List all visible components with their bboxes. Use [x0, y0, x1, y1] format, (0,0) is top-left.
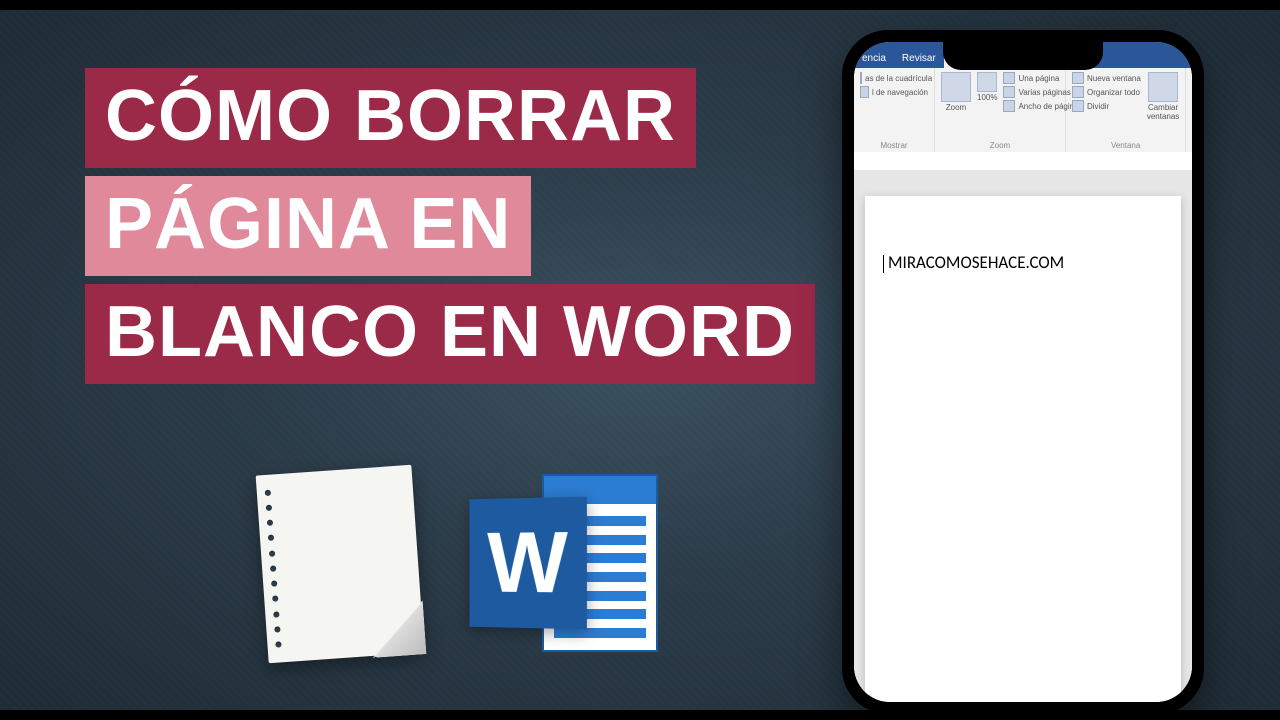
ribbon-group-zoom: Zoom 100% Una página Varias páginas Anch…: [935, 68, 1066, 152]
word-page[interactable]: MIRACOMOSEHACE.COM: [865, 196, 1181, 702]
border-top: [0, 0, 1280, 10]
ribbon-group-ventana: Nueva ventana Organizar todo Dividir Cam…: [1066, 68, 1186, 152]
word-ribbon-body: as de la cuadrícula l de navegación Most…: [854, 68, 1192, 153]
btn-dividir[interactable]: Dividir: [1072, 100, 1141, 112]
phone-screen: encia Revisar Vista as de la cuadrícula …: [854, 42, 1192, 702]
zoom-100-button[interactable]: 100%: [977, 72, 997, 103]
phone-mockup: encia Revisar Vista as de la cuadrícula …: [842, 30, 1204, 714]
ribbon-tab-referencia[interactable]: encia: [854, 49, 894, 68]
cambiar-ventanas-button[interactable]: Cambiar ventanas: [1147, 72, 1179, 122]
group-label-ventana: Ventana: [1072, 137, 1179, 150]
chk-panel-navegacion[interactable]: l de navegación: [860, 86, 928, 98]
ribbon-tab-revisar[interactable]: Revisar: [894, 49, 944, 68]
group-label-zoom: Zoom: [941, 137, 1059, 150]
ribbon-group-macros: Macros Macros: [1186, 68, 1192, 152]
title-line-1: CÓMO BORRAR: [85, 68, 696, 168]
ribbon-group-mostrar: as de la cuadrícula l de navegación Most…: [854, 68, 935, 152]
phone-notch: [943, 42, 1103, 70]
btn-organizar-todo[interactable]: Organizar todo: [1072, 86, 1141, 98]
zoom-button[interactable]: Zoom: [941, 72, 971, 113]
ventana-options: Nueva ventana Organizar todo Dividir: [1072, 72, 1141, 112]
switch-windows-icon: [1148, 72, 1178, 102]
word-document-area: MIRACOMOSEHACE.COM: [854, 170, 1192, 702]
chk-lineas-cuadricula[interactable]: as de la cuadrícula: [860, 72, 928, 84]
document-text: MIRACOMOSEHACE.COM: [888, 252, 1064, 273]
text-cursor: [883, 255, 884, 273]
notebook-paper-icon: [256, 465, 425, 663]
btn-nueva-ventana[interactable]: Nueva ventana: [1072, 72, 1141, 84]
word-ruler: [854, 152, 1192, 171]
title-line-2: PÁGINA EN: [85, 176, 531, 276]
word-logo-square: W: [470, 497, 587, 630]
thumbnail-background: CÓMO BORRAR PÁGINA EN BLANCO EN WORD W e…: [0, 0, 1280, 720]
title-line-3: BLANCO EN WORD: [85, 284, 815, 384]
magnifier-icon: [941, 72, 971, 102]
percent-icon: [977, 72, 997, 92]
group-label-mostrar: Mostrar: [860, 137, 928, 150]
word-w-letter: W: [487, 513, 568, 613]
title-block: CÓMO BORRAR PÁGINA EN BLANCO EN WORD: [85, 68, 815, 384]
mostrar-checkboxes: as de la cuadrícula l de navegación: [860, 72, 928, 98]
ms-word-icon: W: [468, 470, 658, 656]
